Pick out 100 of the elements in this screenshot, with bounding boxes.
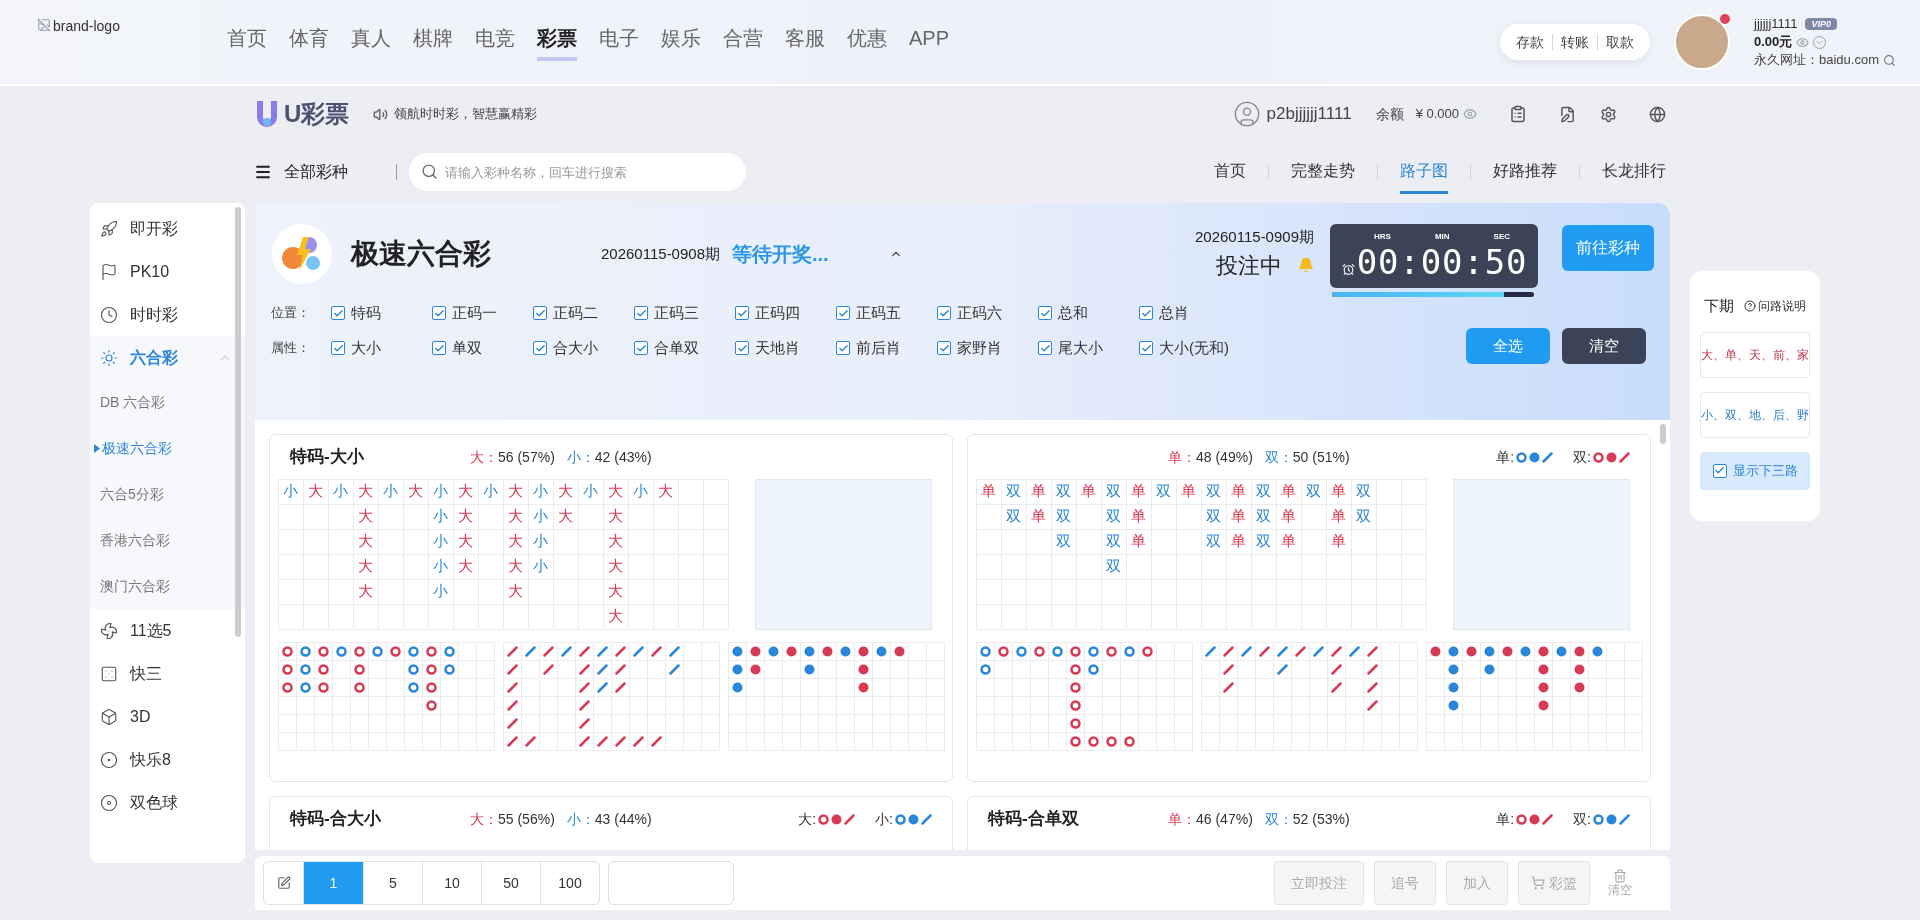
sidebar-item[interactable]: 3D bbox=[90, 695, 245, 738]
nav-link[interactable]: 首页 bbox=[227, 23, 267, 61]
checkbox[interactable] bbox=[533, 341, 547, 355]
checkbox[interactable] bbox=[533, 306, 547, 320]
amount-option[interactable]: 100 bbox=[540, 862, 599, 904]
menu-icon bbox=[254, 163, 272, 181]
show-three-roads-toggle[interactable]: 显示下三路 bbox=[1700, 451, 1810, 490]
select-all-button[interactable]: 全选 bbox=[1466, 328, 1550, 364]
stat-value: 46 (47%) bbox=[1196, 809, 1253, 829]
road-cell-text: 大 bbox=[608, 531, 623, 552]
road-cell-text: 双 bbox=[1356, 506, 1371, 527]
sidebar-subitem[interactable]: 极速六合彩 bbox=[90, 425, 245, 471]
sidebar-item[interactable]: 双色球 bbox=[90, 781, 245, 824]
search-field[interactable]: 请输入彩种名称，回车进行搜索 bbox=[409, 153, 746, 191]
checkbox[interactable] bbox=[1038, 341, 1052, 355]
scrollbar[interactable] bbox=[235, 207, 241, 637]
filter-label: 属性： bbox=[271, 339, 311, 358]
checkbox[interactable] bbox=[735, 341, 749, 355]
road-cell-text: 小 bbox=[583, 481, 598, 502]
account-action-link[interactable]: 转账 bbox=[1561, 31, 1589, 53]
road-cell-text: 双 bbox=[1256, 481, 1271, 502]
checkbox[interactable] bbox=[937, 306, 951, 320]
broken-image: brand-logo bbox=[37, 16, 197, 37]
checkbox[interactable] bbox=[432, 341, 446, 355]
checkbox[interactable] bbox=[1038, 306, 1052, 320]
checkbox[interactable] bbox=[1712, 463, 1727, 478]
sidebar-item[interactable]: 快乐8 bbox=[90, 738, 245, 781]
edit-document-icon[interactable] bbox=[1559, 105, 1576, 123]
sidebar-subitem[interactable]: 六合5分彩 bbox=[90, 471, 245, 517]
nav-link[interactable]: 合营 bbox=[723, 23, 763, 61]
account-action-link[interactable]: 存款 bbox=[1516, 31, 1544, 53]
nav-link[interactable]: 真人 bbox=[351, 23, 391, 61]
checkbox[interactable] bbox=[1139, 341, 1153, 355]
records-icon[interactable] bbox=[1509, 105, 1527, 123]
go-to-lottery-button[interactable]: 前往彩种 bbox=[1562, 225, 1654, 271]
nav-link[interactable]: 体育 bbox=[289, 23, 329, 61]
nav-link[interactable]: 客服 bbox=[785, 23, 825, 61]
stat-label: 小： bbox=[566, 809, 595, 829]
road-cell-text: 单 bbox=[1331, 481, 1346, 502]
account-action-link[interactable]: 取款 bbox=[1606, 31, 1634, 53]
sidebar-subitem[interactable]: DB 六合彩 bbox=[90, 379, 245, 425]
checkbox[interactable] bbox=[937, 341, 951, 355]
settings-icon[interactable] bbox=[1600, 105, 1617, 123]
clear-button[interactable]: 清空 bbox=[1562, 328, 1646, 364]
sidebar-item[interactable]: 六合彩 bbox=[90, 336, 245, 379]
pointer-icon bbox=[94, 443, 100, 453]
amount-option[interactable]: 10 bbox=[422, 862, 481, 904]
view-tab[interactable]: 好路推荐 bbox=[1493, 150, 1557, 194]
sidebar-subitem[interactable]: 香港六合彩 bbox=[90, 517, 245, 563]
nav-link[interactable]: 棋牌 bbox=[413, 23, 453, 61]
sidebar-subitem[interactable]: 澳门六合彩 bbox=[90, 563, 245, 609]
help-link[interactable]: 问路说明 bbox=[1744, 297, 1806, 316]
filter-option-label: 大小 bbox=[351, 337, 381, 358]
view-tab[interactable]: 首页 bbox=[1214, 150, 1246, 194]
betting-status: 投注中 bbox=[1216, 251, 1282, 280]
sidebar-item[interactable]: PK10 bbox=[90, 250, 245, 293]
checkbox[interactable] bbox=[836, 341, 850, 355]
sidebar-item[interactable]: 快三 bbox=[90, 652, 245, 695]
sidebar-item[interactable]: 即开彩 bbox=[90, 207, 245, 250]
eye-icon[interactable] bbox=[1796, 35, 1810, 49]
amount-input[interactable] bbox=[608, 861, 734, 905]
scrollbar[interactable] bbox=[1660, 424, 1666, 444]
checkbox[interactable] bbox=[331, 306, 345, 320]
checkbox[interactable] bbox=[1139, 306, 1153, 320]
amount-option[interactable]: 1 bbox=[304, 862, 363, 904]
view-tab[interactable]: 长龙排行 bbox=[1602, 150, 1666, 194]
avatar[interactable] bbox=[1674, 14, 1730, 70]
filter-option-label: 单双 bbox=[452, 337, 482, 358]
amount-option[interactable]: 5 bbox=[363, 862, 422, 904]
checkbox[interactable] bbox=[634, 341, 648, 355]
nav-link[interactable]: 彩票 bbox=[537, 23, 577, 61]
all-lotteries-menu[interactable]: 全部彩种 bbox=[254, 160, 348, 184]
search-icon[interactable] bbox=[1883, 53, 1896, 67]
filter-option-label: 尾大小 bbox=[1058, 337, 1103, 358]
amount-option[interactable]: 50 bbox=[481, 862, 540, 904]
card-title: 特码-合大小 bbox=[290, 809, 381, 829]
sidebar-item[interactable]: 时时彩 bbox=[90, 293, 245, 336]
checkbox[interactable] bbox=[432, 306, 446, 320]
nav-link[interactable]: 电竞 bbox=[475, 23, 515, 61]
road-cell-text: 大 bbox=[658, 481, 673, 502]
road-cell-text: 大 bbox=[508, 506, 523, 527]
eye-icon[interactable] bbox=[1463, 107, 1477, 121]
checkbox[interactable] bbox=[836, 306, 850, 320]
view-tab[interactable]: 完整走势 bbox=[1291, 150, 1355, 194]
nav-link[interactable]: APP bbox=[909, 23, 950, 61]
checkbox[interactable] bbox=[634, 306, 648, 320]
road-cell-text: 双 bbox=[1206, 481, 1221, 502]
checkbox[interactable] bbox=[331, 341, 345, 355]
road-cell-text: 小 bbox=[433, 481, 448, 502]
rocket-icon bbox=[100, 219, 118, 238]
legend-label: 单: bbox=[1496, 809, 1515, 829]
nav-link[interactable]: 电子 bbox=[599, 23, 639, 61]
sidebar-item[interactable]: 11选5 bbox=[90, 609, 245, 652]
road-cell-text: 双 bbox=[1206, 531, 1221, 552]
slogan: 领航时时彩，智慧赢精彩 bbox=[394, 105, 538, 124]
nav-link[interactable]: 优惠 bbox=[847, 23, 887, 61]
nav-link[interactable]: 娱乐 bbox=[661, 23, 701, 61]
checkbox[interactable] bbox=[735, 306, 749, 320]
globe-icon[interactable] bbox=[1649, 105, 1666, 123]
view-tab[interactable]: 路子图 bbox=[1400, 150, 1448, 194]
